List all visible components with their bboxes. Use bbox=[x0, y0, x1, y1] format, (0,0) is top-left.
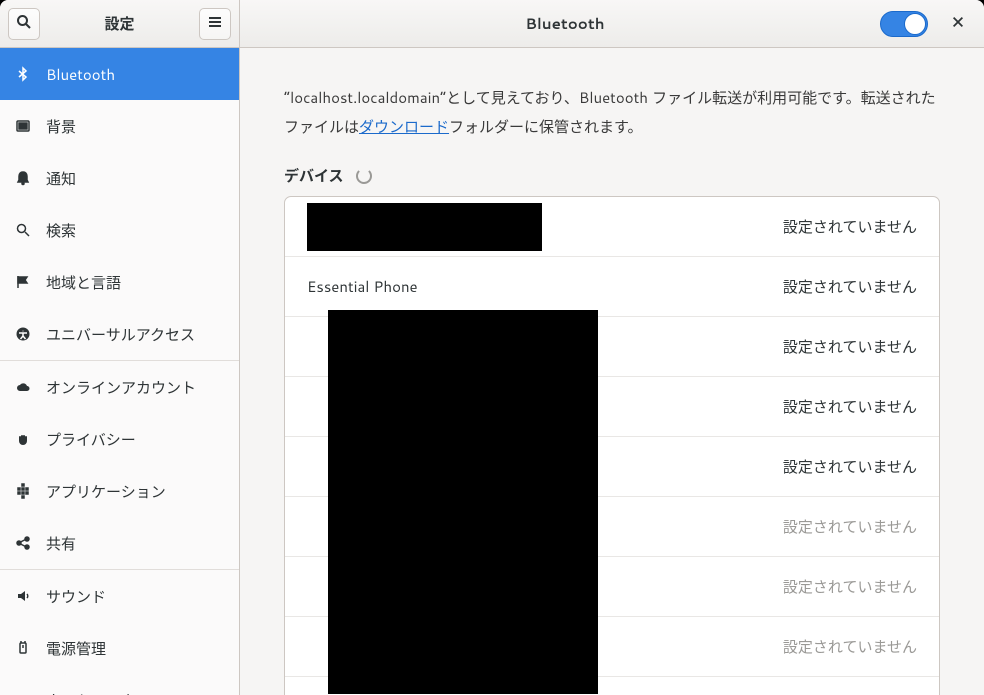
sound-icon bbox=[14, 587, 32, 605]
app-title: 設定 bbox=[48, 13, 191, 34]
sidebar-search-button[interactable] bbox=[8, 8, 40, 40]
sidebar-item-label: ユニバーサルアクセス bbox=[46, 324, 195, 345]
close-icon bbox=[951, 15, 965, 32]
sidebar-item-cloud[interactable]: オンラインアカウント bbox=[0, 361, 239, 413]
sidebar-item-label: ネットワーク bbox=[46, 690, 136, 695]
hamburger-menu-button[interactable] bbox=[199, 8, 231, 40]
hand-icon bbox=[14, 430, 32, 448]
close-window-button[interactable] bbox=[942, 8, 974, 40]
device-row[interactable]: 設定されていません bbox=[285, 197, 939, 257]
sidebar-item-label: プライバシー bbox=[46, 429, 136, 450]
power-icon bbox=[14, 639, 32, 657]
titlebar-right: Bluetooth bbox=[240, 0, 984, 47]
devices-header: デバイス bbox=[284, 165, 940, 186]
redacted-device-name bbox=[307, 203, 542, 251]
intro-text: “localhost.localdomain”として見えており、Bluetoot… bbox=[284, 84, 940, 141]
device-status: 設定されていません bbox=[783, 216, 917, 237]
sidebar-item-sound[interactable]: サウンド bbox=[0, 570, 239, 622]
sidebar-item-bluetooth[interactable]: Bluetooth bbox=[0, 48, 239, 100]
devices-label: デバイス bbox=[284, 165, 344, 186]
device-status: 設定されていません bbox=[783, 516, 917, 537]
sidebar-item-flag[interactable]: 地域と言語 bbox=[0, 256, 239, 308]
downloads-link[interactable]: ダウンロード bbox=[359, 116, 449, 137]
device-status: 設定されていません bbox=[783, 276, 917, 297]
sidebar-item-network[interactable]: ネットワーク bbox=[0, 674, 239, 695]
background-icon bbox=[14, 117, 32, 135]
search-icon bbox=[16, 14, 32, 33]
network-icon bbox=[14, 691, 32, 695]
search-icon bbox=[14, 221, 32, 239]
sidebar-item-label: 電源管理 bbox=[46, 638, 106, 659]
sidebar-item-background[interactable]: 背景 bbox=[0, 100, 239, 152]
sidebar-item-hand[interactable]: プライバシー bbox=[0, 413, 239, 465]
page-title: Bluetooth bbox=[250, 13, 880, 34]
hamburger-icon bbox=[207, 14, 223, 33]
sidebar-item-label: サウンド bbox=[46, 586, 106, 607]
sidebar: Bluetooth 背景通知検索地域と言語ユニバーサルアクセスオンラインアカウント… bbox=[0, 48, 240, 695]
sidebar-item-apps[interactable]: アプリケーション bbox=[0, 465, 239, 517]
sidebar-item-label: 検索 bbox=[46, 220, 76, 241]
device-status: 設定されていません bbox=[783, 396, 917, 417]
scanning-spinner-icon bbox=[356, 168, 372, 184]
sidebar-item-bell[interactable]: 通知 bbox=[0, 152, 239, 204]
titlebar: 設定 Bluetooth bbox=[0, 0, 984, 48]
sidebar-item-share[interactable]: 共有 bbox=[0, 517, 239, 569]
sidebar-item-power[interactable]: 電源管理 bbox=[0, 622, 239, 674]
sidebar-item-label: オンラインアカウント bbox=[46, 377, 196, 398]
device-status: 設定されていません bbox=[783, 456, 917, 477]
apps-icon bbox=[14, 482, 32, 500]
sidebar-item-accessibility[interactable]: ユニバーサルアクセス bbox=[0, 308, 239, 360]
sidebar-item-label: 地域と言語 bbox=[46, 272, 121, 293]
sidebar-item-label: 通知 bbox=[46, 168, 76, 189]
intro-post: フォルダーに保管されます。 bbox=[449, 116, 643, 137]
titlebar-left: 設定 bbox=[0, 0, 240, 47]
device-status: 設定されていません bbox=[783, 636, 917, 657]
sidebar-item-label: アプリケーション bbox=[46, 481, 166, 502]
sidebar-item-label: Bluetooth bbox=[46, 64, 115, 85]
bluetooth-toggle[interactable] bbox=[880, 11, 928, 37]
device-name: Essential Phone bbox=[307, 276, 418, 297]
bell-icon bbox=[14, 169, 32, 187]
accessibility-icon bbox=[14, 325, 32, 343]
device-status: 設定されていません bbox=[783, 336, 917, 357]
sidebar-item-label: 共有 bbox=[46, 533, 76, 554]
sidebar-item-search[interactable]: 検索 bbox=[0, 204, 239, 256]
flag-icon bbox=[14, 273, 32, 291]
cloud-icon bbox=[14, 378, 32, 396]
device-status: 設定されていません bbox=[783, 576, 917, 597]
redaction-block bbox=[328, 310, 598, 694]
settings-window: 設定 Bluetooth Bluetooth 背景通知検索地域と言語ユニバーサルア… bbox=[0, 0, 984, 695]
device-row[interactable]: Essential Phone 設定されていません bbox=[285, 257, 939, 317]
bluetooth-icon bbox=[14, 65, 32, 83]
share-icon bbox=[14, 534, 32, 552]
sidebar-item-label: 背景 bbox=[46, 116, 76, 137]
